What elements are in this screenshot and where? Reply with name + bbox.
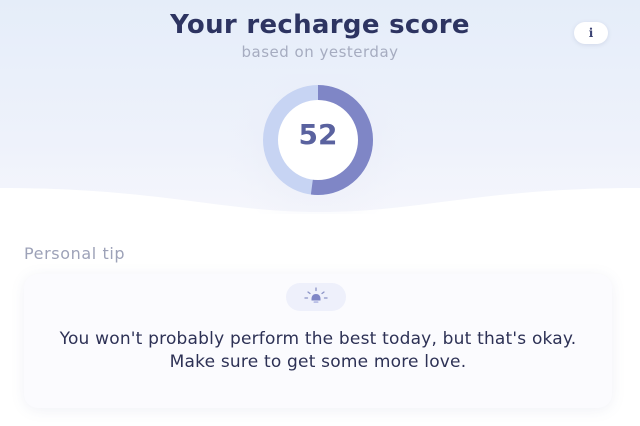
tip-text: You won't probably perform the best toda…	[59, 329, 577, 372]
tip-heading: Personal tip	[24, 244, 126, 263]
info-button[interactable]: i	[574, 22, 608, 44]
score-value: 52	[298, 118, 338, 151]
lightbulb-icon	[304, 287, 328, 303]
page-title: Your recharge score	[170, 10, 470, 40]
page-subtitle: based on yesterday	[241, 43, 399, 61]
info-icon: i	[588, 26, 594, 40]
tip-icon-pill	[286, 283, 346, 311]
